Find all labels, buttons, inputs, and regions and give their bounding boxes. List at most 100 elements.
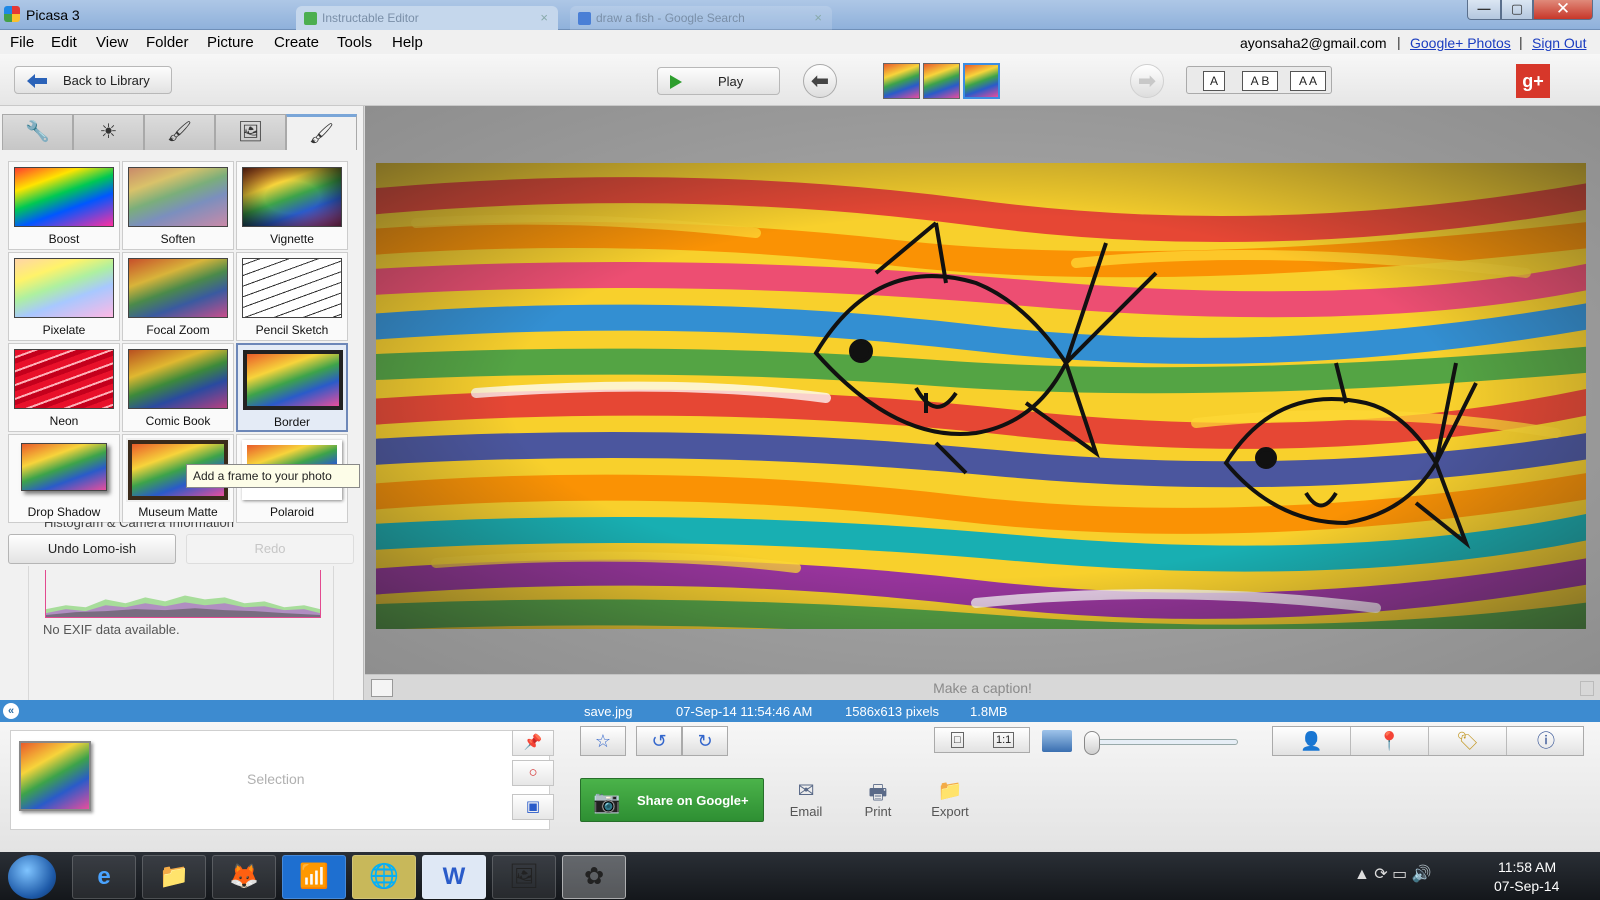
taskbar-globe[interactable]: 🌐 [352,855,416,899]
close-button[interactable]: ✕ [1533,0,1593,20]
tray-thumbnail[interactable] [19,741,91,811]
effect-preview-image [128,258,228,318]
effect-focal-zoom[interactable]: Focal Zoom [122,252,234,341]
effect-pencil-sketch[interactable]: Pencil Sketch [236,252,348,341]
image-brush-blue-icon: 🖌 [308,123,335,145]
effect-preview-image [21,443,107,491]
share-label: Share on Google+ [637,793,749,808]
edited-photo[interactable] [376,163,1586,629]
effect-neon[interactable]: Neon [8,343,120,432]
sign-out-link[interactable]: Sign Out [1532,35,1586,51]
brush-icon: 🖌 [166,121,193,143]
minimize-button[interactable]: — [1467,0,1501,20]
photo-tray-panel: Selection 📌 ○ ▣ ☆ ↺ ↻ 📷 Share on Google+… [0,722,1600,852]
tab-close-icon[interactable]: × [814,10,822,25]
print-label: Print [864,804,892,819]
system-tray-icons[interactable]: ▲ ⟳ ▭ 🔊 [1354,864,1432,884]
start-button-icon[interactable] [8,855,56,899]
histogram-chart [45,570,321,618]
menu-view[interactable]: View [96,34,128,51]
effect-comic-book[interactable]: Comic Book [122,343,234,432]
filmstrip-thumbnail[interactable] [883,63,920,99]
back-label: Back to Library [63,73,150,88]
text-size-medium-button[interactable]: A B [1242,71,1278,91]
collapse-panel-icon[interactable]: « [3,703,19,719]
zoom-fit-button[interactable]: □ [951,732,964,748]
star-button[interactable]: ☆ [580,726,626,756]
zoom-1to1-button[interactable]: 1:1 [993,732,1015,748]
add-to-album-icon[interactable]: ▣ [512,794,554,820]
menu-edit[interactable]: Edit [51,34,77,51]
menu-help[interactable]: Help [392,34,423,51]
play-label: Play [718,74,744,89]
play-slideshow-button[interactable]: Play [657,67,780,95]
clock-date[interactable]: 07-Sep-14 [1494,878,1559,894]
clock-time[interactable]: 11:58 AM [1498,859,1556,875]
menu-bar: File Edit View Folder Picture Create Too… [0,30,1600,54]
tab-close-icon[interactable]: × [540,10,548,25]
email-icon: ✉ [797,780,815,802]
share-on-google-plus-button[interactable]: 📷 Share on Google+ [580,778,764,822]
redo-button[interactable]: Redo [186,534,354,564]
effect-drop-shadow[interactable]: Drop Shadow [8,434,120,523]
menu-create[interactable]: Create [274,34,319,51]
text-size-small-button[interactable]: A [1203,71,1225,91]
taskbar-word[interactable]: W [422,855,486,899]
taskbar-firefox[interactable]: 🦊 [212,855,276,899]
effect-vignette[interactable]: Vignette [236,161,348,250]
filmstrip-thumbnail[interactable] [923,63,960,99]
previous-photo-button[interactable]: ⬅ [803,64,837,98]
rotate-right-button[interactable]: ↻ [682,726,728,756]
effect-pixelate[interactable]: Pixelate [8,252,120,341]
image-brush-icon: 🖼 [237,121,264,143]
clear-selection-icon[interactable]: ○ [512,760,554,786]
taskbar-photos[interactable]: 🖼 [492,855,556,899]
zoom-slider-handle[interactable] [1084,731,1100,755]
text-size-large-button[interactable]: A A [1290,71,1326,91]
background-browser-tab-2[interactable]: draw a fish - Google Search × [570,6,832,30]
info-icon[interactable]: ⓘ [1507,727,1585,755]
caption-input[interactable]: Make a caption! [365,680,1600,696]
email-button[interactable]: ✉ Email [778,778,834,819]
histogram-panel: No EXIF data available. [28,566,334,712]
filmstrip-thumbnail-current[interactable] [963,63,1000,99]
menu-folder[interactable]: Folder [146,34,189,51]
rotate-left-button[interactable]: ↺ [636,726,682,756]
zoom-slider[interactable] [1088,739,1238,745]
tab-favicon-icon [578,12,591,25]
menu-separator: | [1397,34,1401,50]
taskbar-ie[interactable]: e [72,855,136,899]
maximize-button[interactable]: ▢ [1501,0,1533,20]
background-browser-tab-1[interactable]: Instructable Editor × [296,6,558,30]
google-plus-photos-link[interactable]: Google+ Photos [1410,35,1511,51]
google-plus-icon[interactable]: g+ [1516,64,1550,98]
back-to-library-button[interactable]: Back to Library [14,66,172,94]
tab-tuning[interactable]: ☀ [73,114,144,150]
menu-file[interactable]: File [10,34,34,51]
taskbar-explorer[interactable]: 📁 [142,855,206,899]
zoom-image-icon[interactable] [1042,730,1072,752]
status-bar: « save.jpg 07-Sep-14 11:54:46 AM 1586x61… [0,700,1600,722]
tab-effects-2[interactable]: 🖼 [215,114,286,150]
effect-tooltip: Add a frame to your photo [186,464,360,488]
menu-tools[interactable]: Tools [337,34,372,51]
people-icon[interactable]: 👤 [1273,727,1351,755]
tab-effects[interactable]: 🖌 [144,114,215,150]
menu-picture[interactable]: Picture [207,34,254,51]
effect-border[interactable]: Border [236,343,348,432]
print-button[interactable]: 🖶 Print [850,778,906,819]
export-folder-icon: 📁 [937,780,963,802]
delete-caption-icon[interactable] [1580,681,1594,696]
export-button[interactable]: 📁 Export [922,778,978,819]
tab-effects-3[interactable]: 🖌 [286,114,357,150]
taskbar-picasa[interactable]: ✿ [562,855,626,899]
next-photo-button[interactable]: ➡ [1130,64,1164,98]
effect-soften[interactable]: Soften [122,161,234,250]
undo-button[interactable]: Undo Lomo-ish [8,534,176,564]
tags-icon[interactable]: 🏷 [1429,727,1507,755]
effect-boost[interactable]: Boost [8,161,120,250]
geotag-icon[interactable]: 📍 [1351,727,1429,755]
hold-pin-icon[interactable]: 📌 [512,730,554,756]
taskbar-wifi[interactable]: 📶 [282,855,346,899]
tab-basic-fixes[interactable]: 🔧 [2,114,73,150]
